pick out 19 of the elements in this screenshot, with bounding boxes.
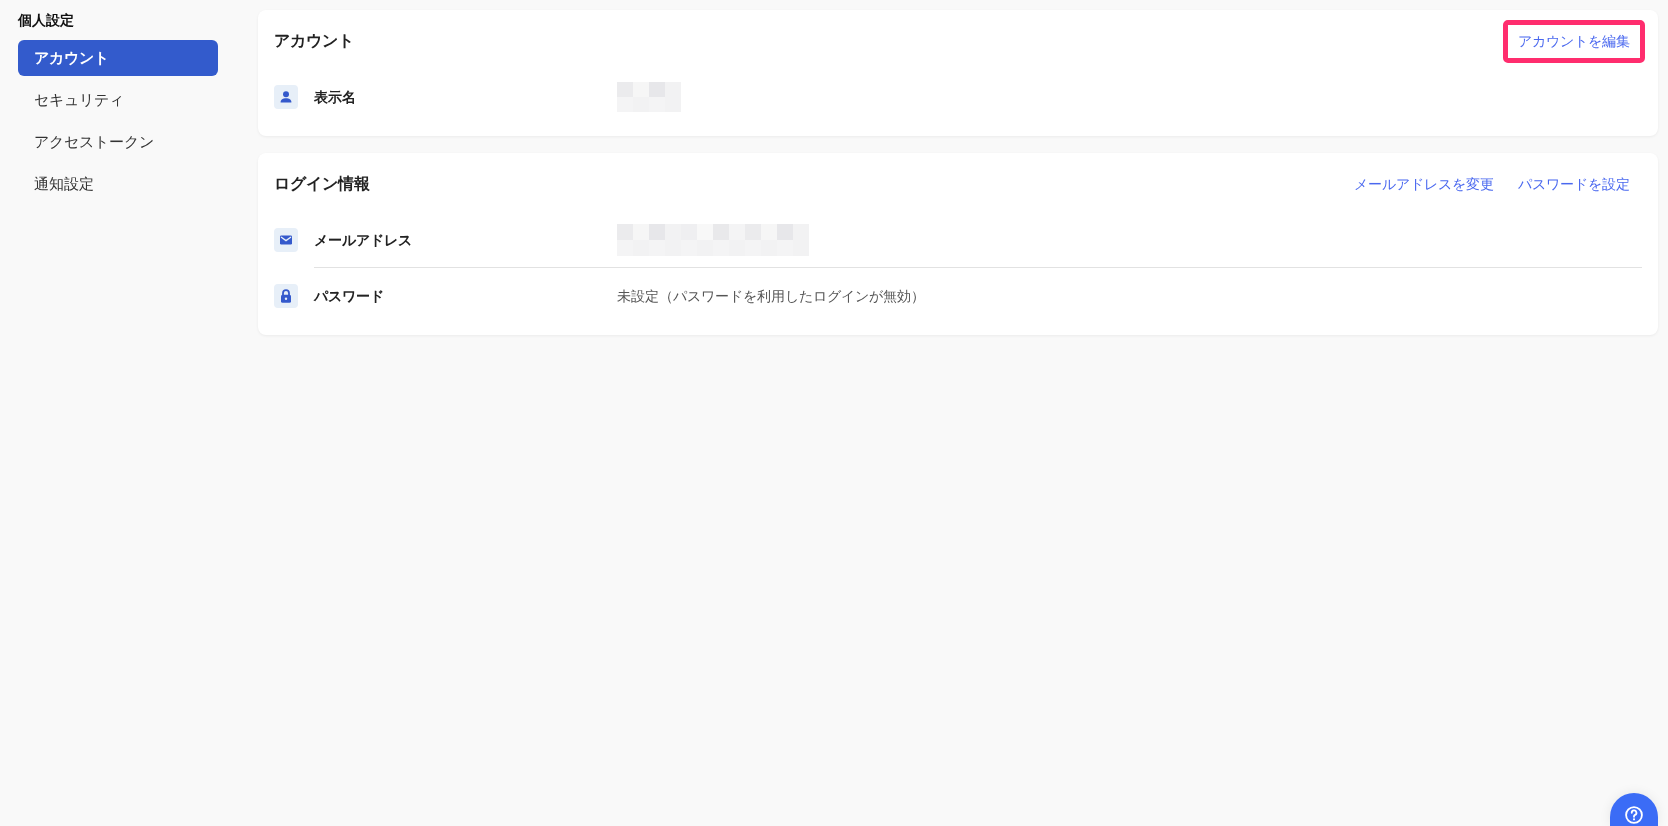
field-label: パスワード: [314, 286, 384, 306]
sidebar-item[interactable]: アカウント: [18, 40, 218, 76]
sidebar-item[interactable]: 通知設定: [18, 166, 218, 202]
person-icon: [274, 85, 298, 109]
lock-icon: [274, 284, 298, 308]
field-label: 表示名: [314, 87, 356, 107]
section-title: アカウント: [274, 31, 354, 51]
section-title: ログイン情報: [274, 174, 370, 194]
sidebar-heading: 個人設定: [18, 11, 74, 30]
sidebar-item[interactable]: セキュリティ: [18, 82, 218, 118]
help-button[interactable]: [1610, 793, 1658, 826]
header-link[interactable]: パスワードを設定: [1506, 171, 1642, 197]
sidebar-item[interactable]: アクセストークン: [18, 124, 218, 160]
header-link[interactable]: メールアドレスを変更: [1342, 171, 1506, 197]
field-value: 未設定（パスワードを利用したログインが無効）: [617, 286, 925, 306]
help-icon: [1624, 805, 1644, 825]
field-label: メールアドレス: [314, 230, 412, 250]
envelope-icon: [274, 228, 298, 252]
header-link[interactable]: アカウントを編集: [1508, 28, 1640, 54]
